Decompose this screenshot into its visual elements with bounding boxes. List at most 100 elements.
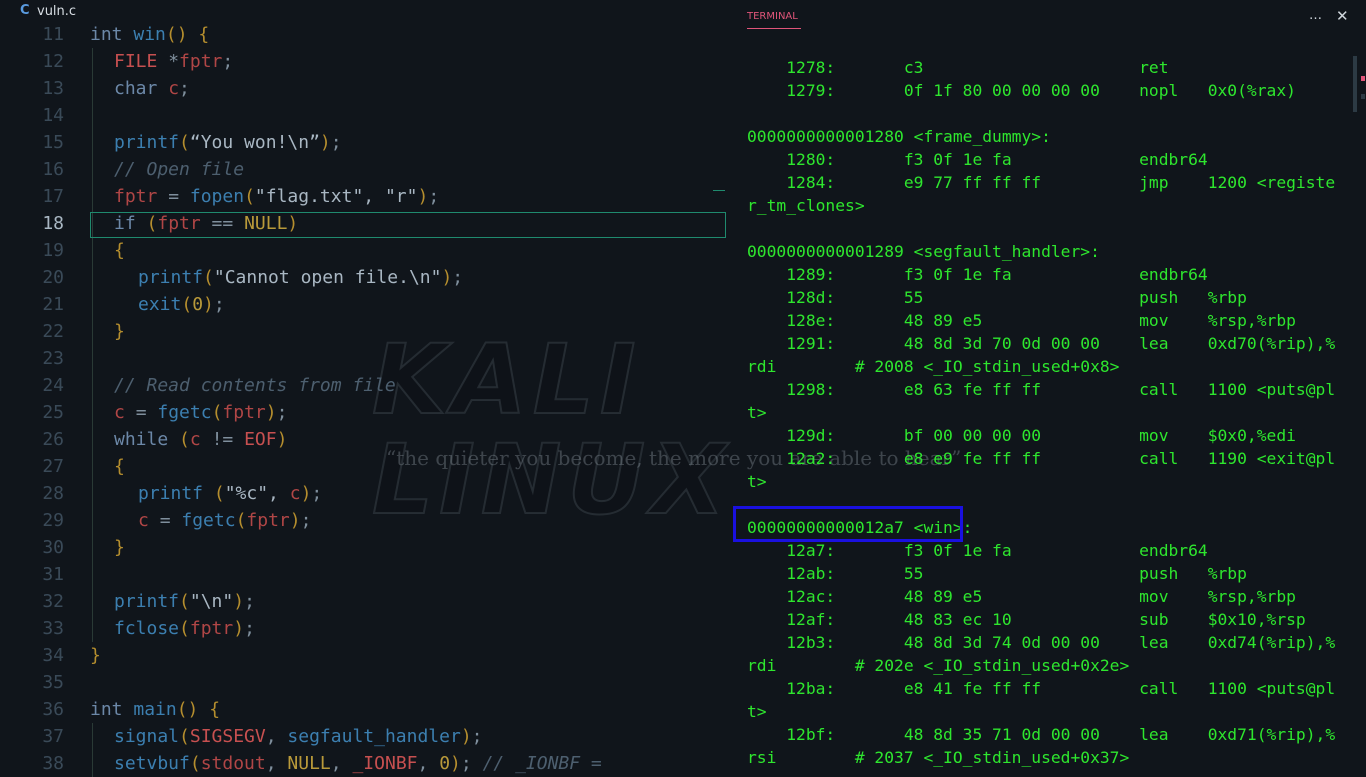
code-line[interactable]: 21 exit(0); [0, 291, 728, 318]
terminal-line: 128e: 48 89 e5 mov %rsp,%rbp [747, 311, 1296, 330]
terminal-line: 12b3: 48 8d 3d 74 0d 00 00 lea 0xd74(%ri… [747, 633, 1336, 652]
terminal-line: 12af: 48 83 ec 10 sub $0x10,%rsp [747, 610, 1306, 629]
code-token: { [114, 456, 125, 477]
code-token: fgetc [157, 402, 212, 423]
code-line[interactable]: 37 signal(SIGSEGV, segfault_handler); [0, 723, 728, 750]
close-icon[interactable]: ✕ [1336, 7, 1349, 25]
code-line[interactable]: 32 printf("\n"); [0, 588, 728, 615]
line-number: 31 [42, 564, 64, 585]
code-line[interactable]: 12 FILE *fptr; [0, 48, 728, 75]
indent-guide [92, 48, 93, 642]
code-line[interactable]: 15 printf(“You won!\n”); [0, 129, 728, 156]
code-token: FILE [114, 51, 169, 72]
code-token: fptr [114, 186, 169, 207]
line-number: 19 [42, 240, 64, 261]
code-token: ( [213, 483, 225, 504]
terminal-line: 12ac: 48 89 e5 mov %rsp,%rbp [747, 587, 1296, 606]
terminal-line: 129d: bf 00 00 00 00 mov $0x0,%edi [747, 426, 1296, 445]
code-text: int main() { [90, 696, 220, 723]
code-token: != [211, 429, 245, 450]
code-line[interactable]: 36 int main() { [0, 696, 728, 723]
code-token: ; [460, 753, 483, 774]
line-number: 27 [42, 456, 64, 477]
tab-terminal[interactable]: TERMINAL [747, 11, 798, 22]
code-token: stdout [200, 753, 266, 774]
code-token: ) [450, 753, 461, 774]
code-text: fclose(fptr); [114, 615, 255, 642]
code-text: fptr = fopen("flag.txt", "r"); [114, 183, 439, 210]
code-token: fopen [189, 186, 245, 207]
code-text: } [90, 642, 101, 669]
code-token: // Open file [114, 159, 245, 180]
code-line[interactable]: 19 { [0, 237, 728, 264]
code-token: } [114, 537, 125, 558]
scroll-marker [1361, 94, 1365, 99]
terminal-line: 12ab: 55 push %rbp [747, 564, 1247, 583]
code-token: 0 [439, 753, 451, 774]
more-actions-icon[interactable]: … [1309, 8, 1322, 23]
code-token: printf [138, 267, 204, 288]
code-line[interactable]: 17 fptr = fopen("flag.txt", "r"); [0, 183, 728, 210]
line-number: 33 [42, 618, 64, 639]
line-number: 20 [42, 267, 64, 288]
code-line[interactable]: 24 // Read contents from file [0, 372, 728, 399]
code-text: FILE *fptr; [114, 48, 233, 75]
code-token: ; [311, 483, 323, 504]
code-text: printf(“You won!\n”); [114, 129, 342, 156]
code-text: int win() { [90, 21, 209, 48]
code-line[interactable]: 33 fclose(fptr); [0, 615, 728, 642]
code-line[interactable]: 29 c = fgetc(fptr); [0, 507, 728, 534]
active-tab-indicator [747, 28, 801, 29]
line-number: 34 [42, 645, 64, 666]
code-token: fptr [246, 510, 290, 531]
line-number: 32 [42, 591, 64, 612]
code-line[interactable]: 34} [0, 642, 728, 669]
code-token: "Cannot open file.\n" [213, 267, 442, 288]
code-line[interactable]: 27 { [0, 453, 728, 480]
code-line[interactable]: 14 [0, 102, 728, 129]
line-number: 23 [42, 348, 64, 369]
line-number: 29 [42, 510, 64, 531]
code-token: SIGSEGV [189, 726, 266, 747]
code-token: () { [165, 24, 210, 45]
code-line[interactable]: 16 // Open file [0, 156, 728, 183]
code-token: { [114, 240, 125, 261]
line-number: 13 [42, 78, 64, 99]
code-line[interactable]: 26 while (c != EOF) [0, 426, 728, 453]
code-token: 0 [192, 294, 204, 315]
code-line[interactable]: 20 printf("Cannot open file.\n"); [0, 264, 728, 291]
line-number: 22 [42, 321, 64, 342]
code-line[interactable]: 30} [0, 534, 728, 561]
code-line[interactable]: 35 [0, 669, 728, 696]
code-text: exit(0); [138, 291, 225, 318]
code-line[interactable]: 11 int win() { [0, 21, 728, 48]
code-line[interactable]: 22} [0, 318, 728, 345]
line-number: 15 [42, 132, 64, 153]
win-function-highlight-box [733, 506, 963, 542]
code-token: } [114, 321, 125, 342]
code-line[interactable]: 25 c = fgetc(fptr); [0, 399, 728, 426]
code-token: ( [179, 429, 190, 450]
terminal-scrollbar[interactable] [1353, 56, 1357, 112]
code-text: // Read contents from file [114, 372, 396, 399]
line-number: 28 [42, 483, 64, 504]
line-number: 25 [42, 402, 64, 423]
line-number: 18 [42, 213, 64, 234]
terminal-line: 1284: e9 77 ff ff ff jmp 1200 <registe [747, 173, 1336, 192]
code-token: fclose [114, 618, 180, 639]
code-line[interactable]: 23 [0, 345, 728, 372]
code-token: int [90, 699, 134, 720]
code-text: setvbuf(stdout, NULL, _IONBF, 0); // _IO… [114, 750, 602, 777]
code-line[interactable]: 38 setvbuf(stdout, NULL, _IONBF, 0); // _… [0, 750, 728, 777]
code-line[interactable]: 31 [0, 561, 728, 588]
code-line[interactable]: 28 printf ("%c", c); [0, 480, 728, 507]
terminal-line: 1291: 48 8d 3d 70 0d 00 00 lea 0xd70(%ri… [747, 334, 1336, 353]
code-text: while (c != EOF) [114, 426, 287, 453]
terminal-line: 12a2: e8 e9 fe ff ff call 1190 <exit@pl [747, 449, 1336, 468]
line-number: 35 [42, 672, 64, 693]
code-token: ; [300, 510, 312, 531]
line-number: 14 [42, 105, 64, 126]
code-token: ) [233, 618, 245, 639]
code-line[interactable]: 13 char c; [0, 75, 728, 102]
scroll-marker [1361, 76, 1365, 81]
